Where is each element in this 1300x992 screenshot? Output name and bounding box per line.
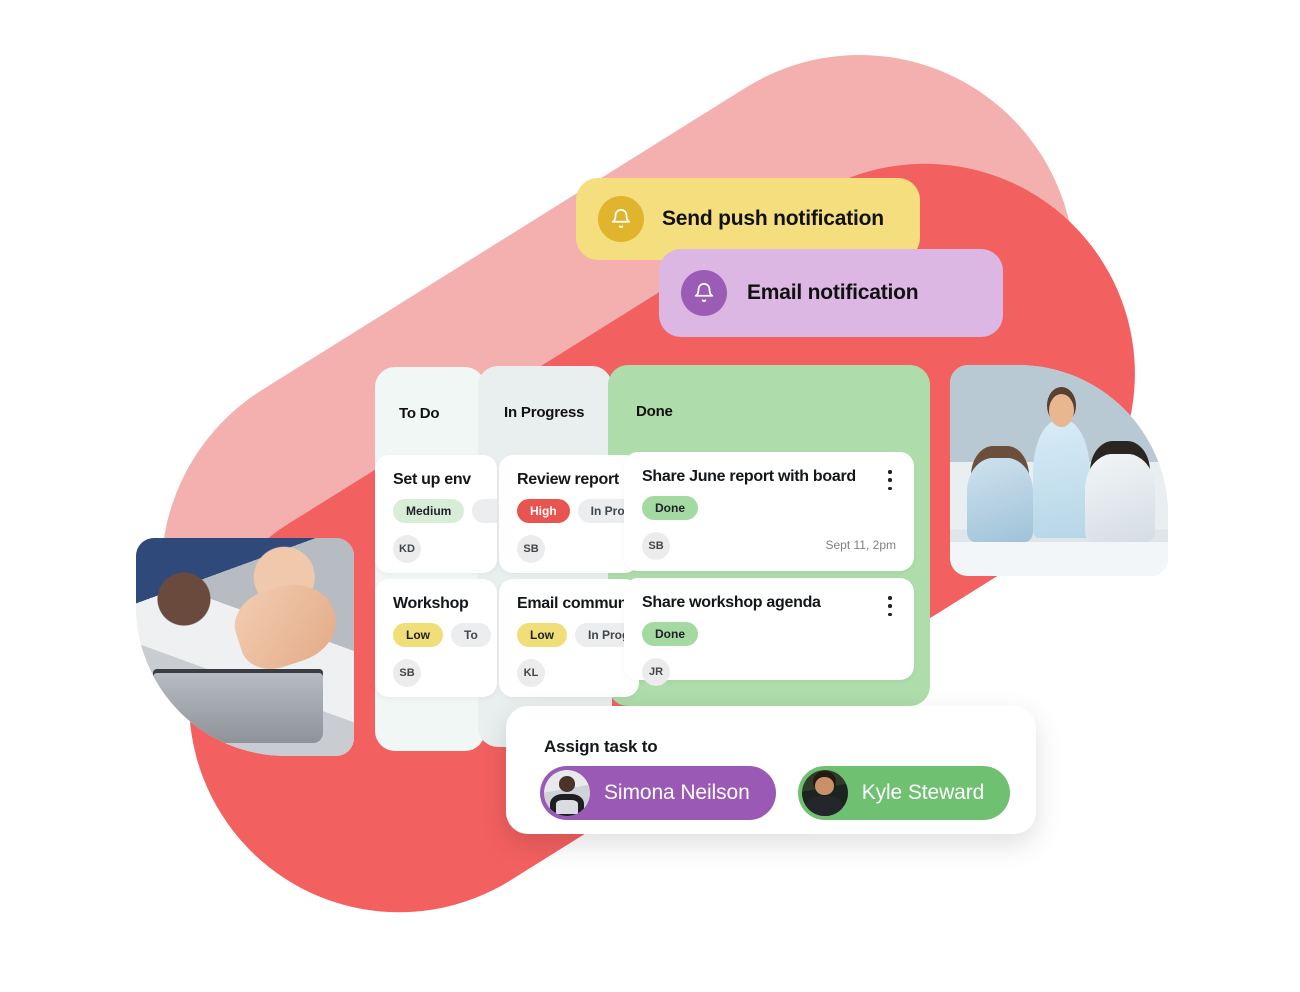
bell-icon xyxy=(681,270,727,316)
assignee-avatar[interactable]: SB xyxy=(517,535,545,563)
task-tags: Low In Progre xyxy=(517,623,639,647)
priority-tag[interactable]: High xyxy=(517,499,570,523)
status-tag[interactable]: To xyxy=(451,623,491,647)
notification-send-push[interactable]: Send push notification xyxy=(576,178,920,260)
column-title-in-progress: In Progress xyxy=(504,404,585,421)
priority-tag[interactable]: Low xyxy=(393,623,443,647)
task-tags: Done xyxy=(642,496,698,520)
task-title: Share June report with board xyxy=(642,468,856,485)
status-tag[interactable]: Done xyxy=(642,496,698,520)
task-title: Share workshop agenda xyxy=(642,594,821,611)
status-tag[interactable] xyxy=(472,499,497,523)
task-timestamp: Sept 11, 2pm xyxy=(825,538,897,552)
avatar xyxy=(801,770,848,816)
status-tag[interactable]: Done xyxy=(642,622,698,646)
notification-email[interactable]: Email notification xyxy=(659,249,1003,337)
task-card[interactable]: Review report High In Progre SB xyxy=(499,455,639,573)
task-tags: High In Progre xyxy=(517,499,639,523)
assignee-avatar[interactable]: SB xyxy=(393,659,421,687)
notification-label: Send push notification xyxy=(662,207,884,230)
assignee-avatar[interactable]: JR xyxy=(642,658,670,686)
photo-team-laptop xyxy=(136,538,354,756)
task-tags: Done xyxy=(642,622,698,646)
more-options-icon[interactable] xyxy=(882,594,898,618)
task-tags: Low To xyxy=(393,623,491,647)
priority-tag[interactable]: Low xyxy=(517,623,567,647)
assignee-chip-simona[interactable]: Simona Neilson xyxy=(540,766,776,820)
task-title: Set up env xyxy=(393,471,471,488)
task-title: Email commun xyxy=(517,595,628,612)
column-title-todo: To Do xyxy=(399,405,440,422)
bell-icon xyxy=(598,196,644,242)
more-options-icon[interactable] xyxy=(882,468,898,492)
assignee-name: Simona Neilson xyxy=(604,781,750,804)
assignee-chip-kyle[interactable]: Kyle Steward xyxy=(797,766,1011,820)
assignee-avatar[interactable]: KD xyxy=(393,535,421,563)
assignee-avatar[interactable]: SB xyxy=(642,532,670,560)
priority-tag[interactable]: Medium xyxy=(393,499,465,523)
assign-task-label: Assign task to xyxy=(544,737,658,756)
task-card[interactable]: Set up env Medium KD xyxy=(375,455,497,573)
assignee-name: Kyle Steward xyxy=(861,781,985,804)
task-card[interactable]: Email commun Low In Progre KL xyxy=(499,579,639,697)
photo-team-office xyxy=(950,365,1168,576)
avatar xyxy=(544,770,590,816)
assignee-avatar[interactable]: KL xyxy=(517,659,545,687)
task-card[interactable]: Share workshop agenda Done JR xyxy=(624,578,914,686)
notification-label: Email notification xyxy=(747,281,919,304)
task-title: Review report xyxy=(517,471,619,488)
task-card[interactable]: Workshop Low To SB xyxy=(375,579,497,697)
illustration-stage: To Do In Progress Done Set up env Medium… xyxy=(0,0,1300,992)
task-title: Workshop xyxy=(393,595,469,612)
task-card[interactable]: Share June report with board Done SB Sep… xyxy=(624,452,914,571)
assignee-chip-row: Simona Neilson Kyle Steward xyxy=(540,766,1011,820)
task-tags: Medium xyxy=(393,499,497,523)
column-title-done: Done xyxy=(636,403,673,420)
